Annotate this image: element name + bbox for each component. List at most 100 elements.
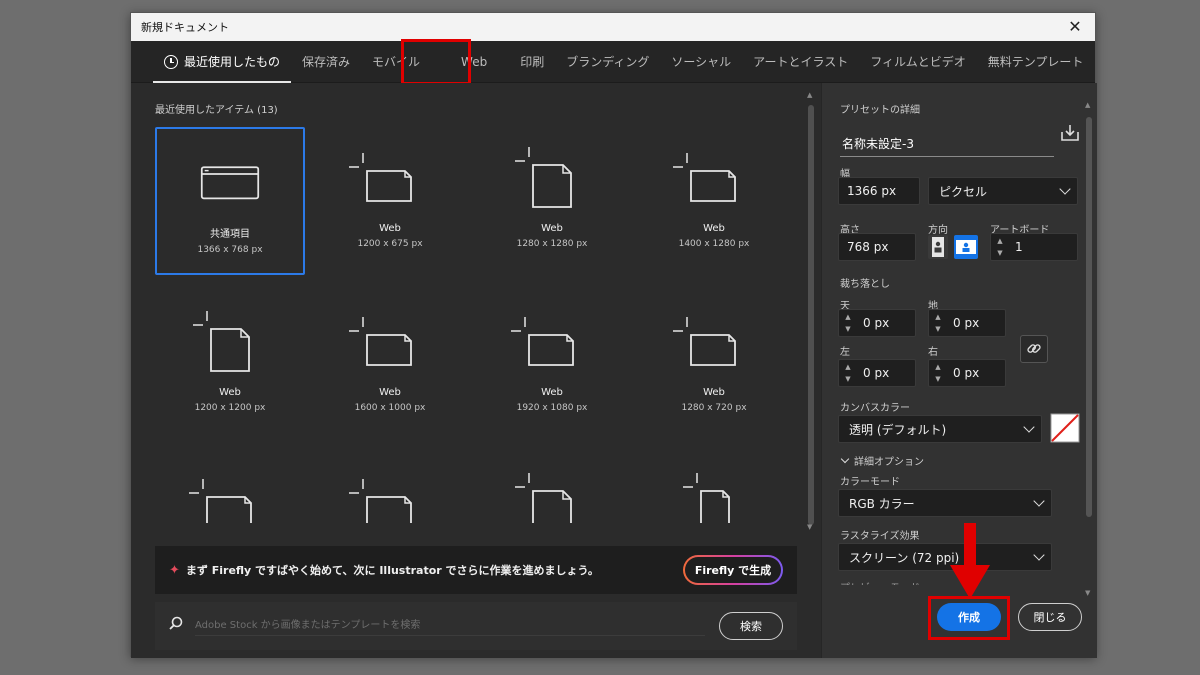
grid-scrollbar[interactable]: ▲ ▼: [805, 91, 817, 531]
width-field[interactable]: 1366 px: [838, 177, 920, 205]
bleed-label: 裁ち落とし: [840, 279, 890, 290]
landscape-doc-icon: [673, 317, 736, 366]
preset-card[interactable]: Web 1280 x 1280 px: [477, 127, 627, 275]
bleed-left-value: 0 px: [863, 366, 890, 380]
preset-scrollbar[interactable]: ▲ ▼: [1084, 97, 1094, 597]
canvas-color-value: 透明 (デフォルト): [849, 422, 947, 437]
decrement-icon[interactable]: ▼: [931, 323, 945, 335]
preset-card[interactable]: Web 1920 x 1080 px: [477, 291, 627, 439]
preset-card[interactable]: [315, 453, 465, 523]
bleed-bottom-stepper[interactable]: ▲ ▼ 0 px: [928, 309, 1006, 337]
raster-effects-value: スクリーン (72 ppi): [849, 550, 960, 565]
preset-details-panel: プリセットの詳細 名称未設定-3 幅 1366 px ピクセル 高さ 方向 アー…: [821, 83, 1097, 658]
stock-search-input[interactable]: [195, 616, 705, 636]
tab-label: Web: [461, 54, 488, 69]
chevron-down-icon: [1059, 183, 1071, 195]
preset-size: 1920 x 1080 px: [516, 403, 588, 413]
increment-icon[interactable]: ▲: [931, 311, 945, 323]
preset-card[interactable]: Web 1280 x 720 px: [639, 291, 789, 439]
advanced-options-toggle[interactable]: 詳細オプション: [840, 453, 924, 468]
increment-icon[interactable]: ▲: [841, 311, 855, 323]
tab-film-video[interactable]: フィルムとビデオ: [859, 41, 977, 83]
tab-recent[interactable]: 最近使用したもの: [153, 41, 292, 83]
square-doc-icon: [515, 473, 572, 523]
close-icon[interactable]: ✕: [1065, 17, 1085, 37]
browser-window-icon: [200, 166, 260, 200]
preset-card[interactable]: Web 1600 x 1000 px: [315, 291, 465, 439]
bleed-top-stepper[interactable]: ▲ ▼ 0 px: [838, 309, 916, 337]
tab-label: モバイル: [372, 55, 421, 69]
tab-mobile[interactable]: モバイル: [361, 41, 431, 83]
document-name-field[interactable]: 名称未設定-3: [840, 131, 1054, 157]
scroll-up-icon[interactable]: ▲: [1085, 101, 1090, 109]
bleed-left-label: 左: [840, 347, 850, 358]
preset-card[interactable]: [639, 453, 789, 523]
increment-icon[interactable]: ▲: [931, 361, 945, 373]
preset-size: 1200 x 675 px: [357, 239, 423, 249]
close-button[interactable]: 閉じる: [1018, 603, 1082, 631]
scroll-down-icon[interactable]: ▼: [1085, 589, 1090, 597]
create-button[interactable]: 作成: [937, 603, 1001, 631]
bleed-bottom-value: 0 px: [953, 316, 980, 330]
preset-name: Web: [703, 223, 725, 234]
color-mode-dropdown[interactable]: RGB カラー: [838, 489, 1052, 517]
preset-size: 1600 x 1000 px: [354, 403, 426, 413]
portrait-orientation-button[interactable]: [928, 235, 948, 259]
scroll-up-icon[interactable]: ▲: [807, 91, 812, 99]
preset-size: 1280 x 1280 px: [516, 239, 588, 249]
landscape-doc-icon: [673, 153, 736, 202]
increment-icon[interactable]: ▲: [993, 235, 1007, 247]
landscape-doc-icon: [349, 479, 412, 523]
decrement-icon[interactable]: ▼: [993, 247, 1007, 259]
raster-effects-dropdown[interactable]: スクリーン (72 ppi): [838, 543, 1052, 571]
tab-web[interactable]: Web: [431, 41, 509, 83]
preset-card[interactable]: Web 1200 x 1200 px: [155, 291, 305, 439]
tab-label: ブランディング: [566, 55, 650, 69]
tab-label: フィルムとビデオ: [870, 55, 966, 69]
decrement-icon[interactable]: ▼: [841, 373, 855, 385]
scroll-thumb[interactable]: [1086, 117, 1092, 517]
firefly-banner: ✦ まず Firefly ですばやく始めて、次に Illustrator でさら…: [155, 546, 797, 594]
preset-card[interactable]: Web 1400 x 1280 px: [639, 127, 789, 275]
preset-name: Web: [219, 387, 241, 398]
scroll-thumb[interactable]: [808, 105, 814, 525]
tab-branding[interactable]: ブランディング: [555, 41, 660, 83]
canvas-color-dropdown[interactable]: 透明 (デフォルト): [838, 415, 1042, 443]
decrement-icon[interactable]: ▼: [841, 323, 855, 335]
square-doc-icon: [193, 311, 250, 372]
bleed-right-stepper[interactable]: ▲ ▼ 0 px: [928, 359, 1006, 387]
transparent-swatch-icon[interactable]: [1050, 413, 1080, 443]
height-field[interactable]: 768 px: [838, 233, 916, 261]
link-bleed-button[interactable]: [1020, 335, 1048, 363]
save-preset-icon[interactable]: [1060, 123, 1080, 143]
tab-social[interactable]: ソーシャル: [660, 41, 742, 83]
artboard-count-stepper[interactable]: ▲ ▼ 1: [990, 233, 1078, 261]
tab-print[interactable]: 印刷: [509, 41, 555, 83]
increment-icon[interactable]: ▲: [841, 361, 855, 373]
tab-art-illustration[interactable]: アートとイラスト: [742, 41, 859, 83]
bleed-left-stepper[interactable]: ▲ ▼ 0 px: [838, 359, 916, 387]
tab-free-templates[interactable]: 無料テンプレート: [977, 41, 1095, 83]
landscape-orientation-button[interactable]: [954, 235, 978, 259]
firefly-generate-button[interactable]: Firefly で生成: [683, 555, 783, 585]
preset-details-title: プリセットの詳細: [840, 105, 920, 116]
preset-card[interactable]: [477, 453, 627, 523]
decrement-icon[interactable]: ▼: [931, 373, 945, 385]
preset-name: Web: [541, 387, 563, 398]
landscape-doc-icon: [349, 153, 412, 202]
preset-card-selected[interactable]: 共通項目 1366 x 768 px: [155, 127, 305, 275]
recent-panel: 最近使用したアイテム (13) 共通項目 1366 x 768 px Web 1200…: [131, 83, 821, 658]
preset-card[interactable]: Web 1200 x 675 px: [315, 127, 465, 275]
portrait-doc-icon: [683, 473, 730, 523]
landscape-doc-icon: [189, 479, 252, 523]
artboard-count: 1: [1015, 240, 1023, 254]
orientation-label: 方向: [928, 225, 948, 236]
preset-card[interactable]: [155, 453, 305, 523]
tab-saved[interactable]: 保存済み: [291, 41, 361, 83]
unit-dropdown[interactable]: ピクセル: [928, 177, 1078, 205]
scroll-down-icon[interactable]: ▼: [807, 523, 812, 531]
recent-items-title: 最近使用したアイテム (13): [155, 105, 278, 116]
chevron-down-icon: [1033, 495, 1045, 507]
search-button[interactable]: 検索: [719, 612, 783, 640]
chevron-down-icon: [1033, 549, 1045, 561]
